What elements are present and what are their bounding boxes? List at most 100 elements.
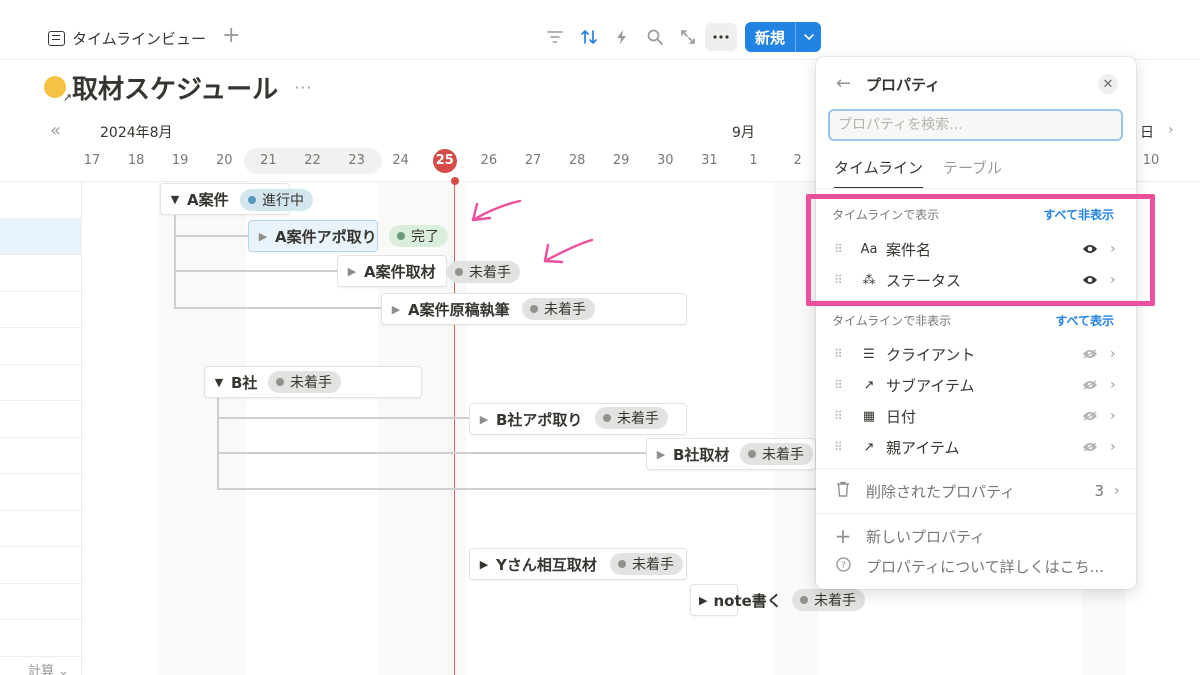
new-property-label: 新しいプロパティ (866, 527, 986, 546)
tab-timeline[interactable]: タイムライン (834, 157, 923, 189)
relation-arrow-icon: ↗ (863, 439, 875, 455)
item-name: A案件原稿執筆 (408, 300, 510, 319)
property-label: クライアント (886, 345, 976, 364)
property-row-parent-item[interactable]: ⠿ ↗ 親アイテム › (834, 432, 1120, 462)
plus-icon: + (834, 524, 852, 548)
property-search-input[interactable] (828, 109, 1123, 141)
day-label: 2 (793, 153, 802, 168)
status-badge: 進行中 (240, 189, 313, 211)
properties-panel: ← プロパティ ✕ タイムライン テーブル タイムラインで表示 すべて非表示 ⠿… (816, 57, 1136, 589)
timeline-item-a1[interactable]: ▶ A案件アポ取り (248, 220, 378, 252)
view-tab-timeline[interactable]: タイムラインビュー (48, 26, 206, 50)
learn-properties-link[interactable]: ? プロパティについて詳しくはこち... (834, 552, 1124, 580)
filter-icon[interactable] (545, 27, 565, 47)
panel-title: プロパティ (866, 76, 941, 94)
item-name: A案件取材 (364, 262, 436, 281)
day-label: 21 (260, 153, 277, 168)
status-badge: 未着手 (522, 298, 595, 320)
status-badge: 未着手 (610, 553, 683, 575)
chevron-right-icon[interactable]: › (1110, 408, 1120, 424)
day-label: 18 (127, 153, 145, 168)
day-label: 24 (392, 153, 409, 168)
calendar-icon: ▦ (862, 408, 876, 424)
deleted-properties-row[interactable]: 削除されたプロパティ 3 › (834, 477, 1124, 505)
relation-arrow-icon: ↗ (863, 377, 875, 393)
new-dropdown-chevron-icon[interactable] (796, 34, 821, 40)
collapse-sidebar-button[interactable]: « (50, 120, 61, 141)
status-badge: 未着手 (792, 589, 865, 611)
expanded-triangle-icon[interactable]: ▼ (213, 376, 225, 389)
page-title[interactable]: 取材スケジュール (72, 69, 278, 106)
svg-text:?: ? (841, 561, 846, 571)
status-badge: 未着手 (268, 371, 341, 393)
day-label: 28 (568, 153, 586, 168)
timeline-item-note[interactable]: ▶ note書く (690, 584, 782, 616)
tab-table[interactable]: テーブル (943, 157, 1002, 189)
day-label: 22 (304, 153, 321, 168)
ellipsis-icon (713, 35, 729, 39)
drag-handle-icon[interactable]: ⠿ (834, 378, 846, 392)
sort-icon[interactable] (579, 27, 599, 47)
new-property-button[interactable]: + 新しいプロパティ (834, 522, 1124, 550)
chevron-right-icon[interactable]: › (1110, 439, 1120, 455)
chevron-right-icon[interactable]: › (1110, 346, 1120, 362)
day-label: 17 (83, 153, 101, 168)
eye-hidden-icon[interactable] (1082, 442, 1098, 452)
collapsed-triangle-icon[interactable]: ▶ (390, 303, 402, 316)
day-label: 31 (701, 153, 718, 168)
property-label: 親アイテム (886, 438, 960, 457)
collapsed-triangle-icon[interactable]: ▶ (257, 230, 269, 243)
item-name: A案件アポ取り (275, 227, 377, 246)
expand-icon[interactable] (678, 27, 698, 47)
close-icon[interactable]: ✕ (1098, 74, 1118, 94)
item-name: B社アポ取り (496, 410, 583, 429)
status-badge: 未着手 (595, 407, 668, 429)
collapsed-triangle-icon[interactable]: ▶ (699, 594, 707, 607)
annotation-arrow-icon (471, 199, 522, 222)
eye-hidden-icon[interactable] (1082, 349, 1098, 359)
today-day-label: 25 (435, 153, 454, 168)
property-row-date[interactable]: ⠿ ▦ 日付 › (834, 401, 1120, 431)
day-label: 1 (749, 153, 758, 168)
new-button[interactable]: 新規 (745, 22, 821, 52)
panel-tabs: タイムライン テーブル (834, 157, 1002, 189)
item-name: Yさん相互取材 (496, 555, 597, 574)
collapsed-triangle-icon[interactable]: ▶ (346, 265, 358, 278)
day-label: 19 (171, 153, 189, 168)
chevron-right-icon[interactable]: › (1110, 377, 1120, 393)
expanded-triangle-icon[interactable]: ▼ (169, 193, 181, 206)
drag-handle-icon[interactable]: ⠿ (834, 409, 846, 423)
show-all-button[interactable]: すべて表示 (1055, 312, 1114, 329)
property-row-client[interactable]: ⠿ ☰ クライアント › (834, 339, 1120, 369)
more-options-button[interactable] (705, 23, 737, 51)
add-view-button[interactable]: + (222, 24, 240, 48)
hidden-section-header: タイムラインで非表示 (832, 314, 952, 328)
title-menu-button[interactable]: ··· (294, 78, 312, 97)
timeline-item-a2[interactable]: ▶ A案件取材 (337, 255, 447, 287)
back-arrow-icon[interactable]: ← (836, 73, 851, 94)
eye-hidden-icon[interactable] (1082, 411, 1098, 421)
scroll-right-chevron-icon[interactable]: › (1168, 122, 1174, 138)
day-label: 26 (480, 153, 498, 168)
page-header: 取材スケジュール ··· (44, 69, 312, 106)
collapsed-triangle-icon[interactable]: ▶ (478, 558, 490, 571)
eye-hidden-icon[interactable] (1082, 380, 1098, 390)
chevron-right-icon[interactable]: › (1114, 483, 1124, 499)
day-label: 29 (612, 153, 630, 168)
annotation-arrow-icon (543, 238, 594, 264)
status-badge: 完了 (389, 225, 448, 247)
drag-handle-icon[interactable]: ⠿ (834, 347, 846, 361)
calculate-menu[interactable]: 計算 ⌄ (28, 660, 69, 675)
page-emoji-icon[interactable] (44, 76, 72, 104)
collapsed-triangle-icon[interactable]: ▶ (655, 448, 667, 461)
property-label: 日付 (886, 407, 917, 426)
search-icon[interactable] (645, 27, 665, 47)
view-tab-label: タイムラインビュー (72, 29, 206, 48)
property-row-subitem[interactable]: ⠿ ↗ サブアイテム › (834, 370, 1120, 400)
automation-lightning-icon[interactable] (612, 27, 632, 47)
item-name: B社 (231, 373, 258, 392)
list-property-icon: ☰ (863, 346, 875, 362)
annotation-highlight-box (806, 194, 1155, 306)
drag-handle-icon[interactable]: ⠿ (834, 440, 846, 454)
collapsed-triangle-icon[interactable]: ▶ (478, 413, 490, 426)
